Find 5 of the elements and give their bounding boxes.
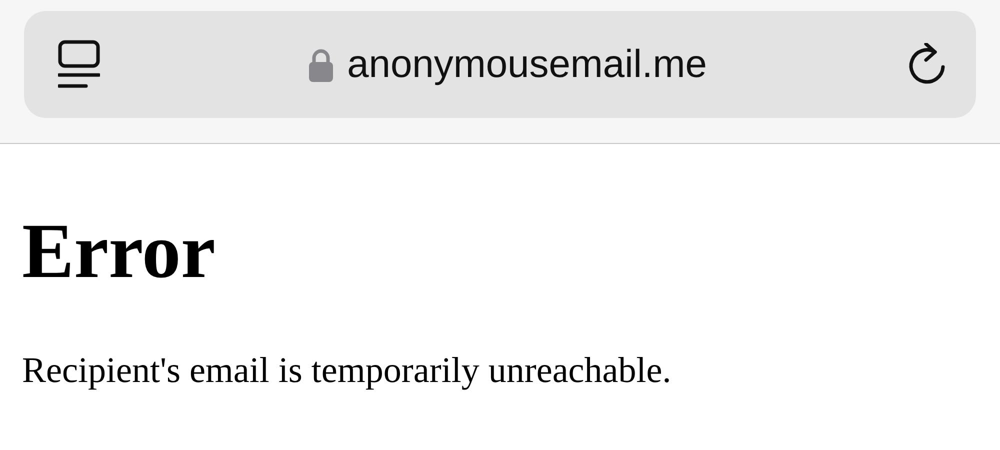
reader-icon[interactable] — [58, 40, 100, 90]
address-bar[interactable]: anonymousemail.me — [24, 11, 976, 118]
error-message: Recipient's email is temporarily unreachable. — [22, 352, 672, 388]
error-heading: Error — [22, 212, 216, 290]
url-text: anonymousemail.me — [347, 42, 707, 86]
